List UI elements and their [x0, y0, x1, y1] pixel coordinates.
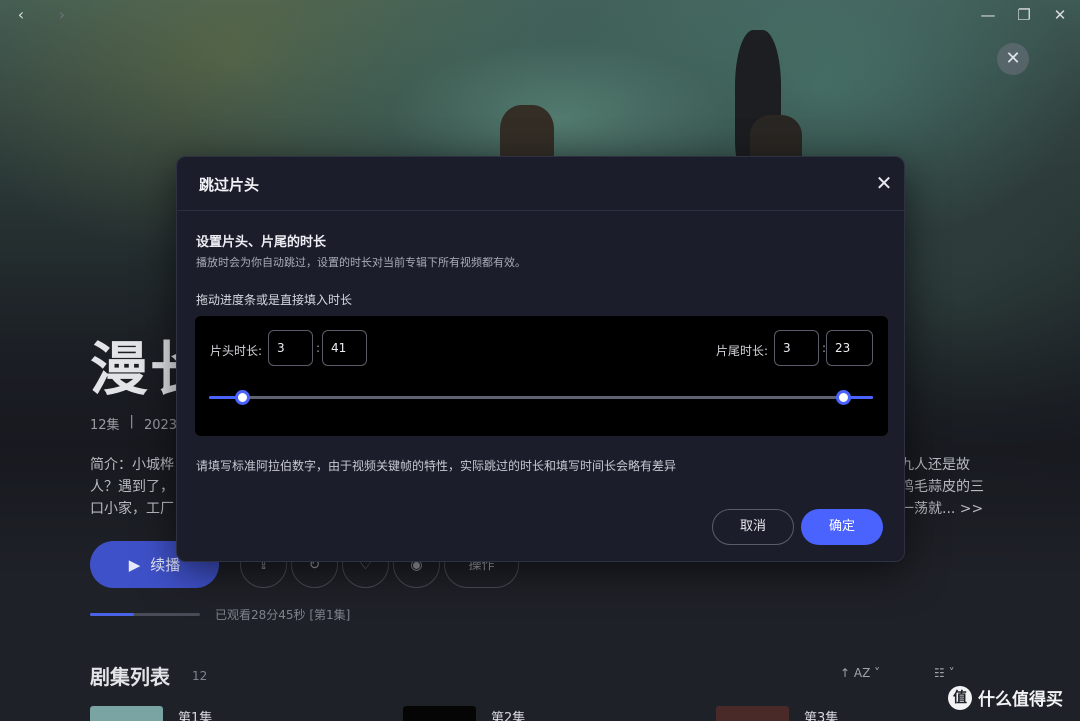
meta-divider: | [129, 414, 134, 429]
watermark: 值 什么值得买 [948, 685, 1063, 710]
episode-thumbnail[interactable] [90, 706, 163, 721]
watched-status: 已观看28分45秒 [第1集] [215, 608, 351, 622]
outro-slider-handle[interactable] [835, 390, 851, 405]
resume-play-label: 续播 [150, 556, 181, 574]
watermark-badge: 值 [948, 685, 972, 710]
episode-thumbnail[interactable] [403, 706, 476, 721]
intro-duration-label: 片头时长: [210, 344, 263, 358]
forward-icon[interactable]: › [51, 4, 73, 26]
episode-title[interactable]: 第1集 [178, 707, 212, 721]
duration-track[interactable] [209, 396, 873, 399]
sort-order-control[interactable]: ↑ AZ ˅ [840, 666, 880, 680]
intro-minutes-input[interactable] [268, 330, 313, 366]
window-close-icon[interactable]: ✕ [1049, 4, 1071, 26]
duration-slider-panel: 片头时长: : 片尾时长: : [195, 316, 888, 436]
watch-progress-bar [90, 613, 200, 616]
play-icon: ▶ [128, 555, 141, 574]
dialog-title: 跳过片头 [199, 176, 260, 194]
intro-colon: : [316, 341, 321, 355]
confirm-button[interactable]: 确定 [801, 509, 883, 545]
episode-title[interactable]: 第2集 [491, 707, 525, 721]
episodes-count: 12 [192, 669, 208, 683]
intro-seconds-input[interactable] [322, 330, 367, 366]
meta-episodes: 12集 [90, 418, 120, 433]
show-description-more[interactable]: 九人还是故 鸡毛蒜皮的三 一荡就... >> [900, 454, 990, 520]
episodes-heading: 剧集列表 [90, 665, 170, 689]
section-title: 设置片头、片尾的时长 [196, 235, 327, 250]
outro-minutes-input[interactable] [774, 330, 819, 366]
minimize-icon[interactable]: — [977, 4, 999, 26]
skip-intro-dialog: 跳过片头 ✕ 设置片头、片尾的时长 播放时会为你自动跳过，设置的时长对当前专辑下… [176, 156, 905, 562]
back-icon[interactable]: ‹ [10, 4, 32, 26]
cancel-button[interactable]: 取消 [712, 509, 794, 545]
watermark-text: 什么值得买 [978, 690, 1063, 710]
page-close-icon[interactable]: ✕ [997, 43, 1029, 75]
dialog-close-icon[interactable]: ✕ [873, 171, 895, 195]
intro-slider-handle[interactable] [234, 390, 250, 405]
input-note: 请填写标准阿拉伯数字，由于视频关键帧的特性，实际跳过的时长和填写时间长会略有差异 [196, 459, 677, 473]
view-mode-control[interactable]: ☷ ˅ [934, 666, 955, 680]
watch-progress-fill [90, 613, 134, 616]
drag-hint: 拖动进度条或是直接填入时长 [196, 293, 353, 307]
section-description: 播放时会为你自动跳过，设置的时长对当前专辑下所有视频都有效。 [196, 256, 526, 269]
restore-icon[interactable]: ❐ [1013, 4, 1035, 26]
episode-title[interactable]: 第3集 [804, 707, 838, 721]
dialog-header: 跳过片头 ✕ [177, 157, 904, 211]
outro-seconds-input[interactable] [826, 330, 873, 366]
outro-duration-label: 片尾时长: [716, 344, 769, 358]
episode-thumbnail[interactable] [716, 706, 789, 721]
